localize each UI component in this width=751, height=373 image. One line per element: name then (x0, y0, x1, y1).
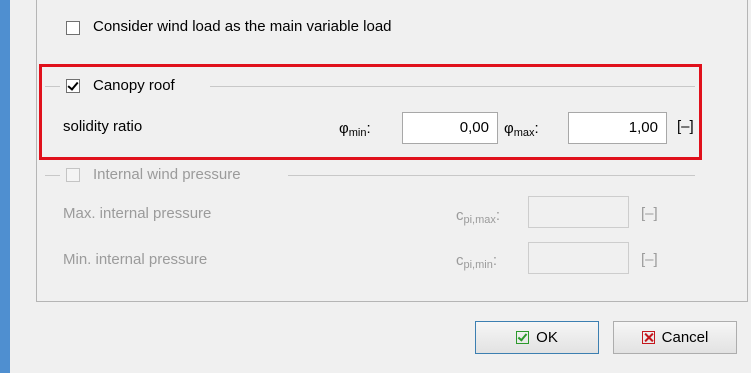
internal-pressure-label: Internal wind pressure (93, 166, 241, 183)
canopy-roof-highlight (39, 64, 702, 160)
ok-button[interactable]: OK (475, 321, 599, 354)
internal-pressure-group-line-left (45, 175, 60, 176)
cpi-max-input[interactable] (528, 196, 629, 228)
close-icon (641, 331, 655, 344)
wind-main-variable-label: Consider wind load as the main variable … (93, 18, 392, 35)
cpi-min-input[interactable] (528, 242, 629, 274)
cpi-max-unit: [–] (641, 205, 658, 222)
internal-pressure-group-line-right (288, 175, 695, 176)
internal-pressure-checkbox[interactable] (66, 168, 80, 182)
cpi-max-symbol: cpi,max: (456, 207, 501, 226)
cancel-button[interactable]: Cancel (613, 321, 737, 354)
min-internal-pressure-label: Min. internal pressure (63, 251, 208, 268)
cancel-button-label: Cancel (661, 329, 709, 346)
max-internal-pressure-label: Max. internal pressure (63, 205, 212, 222)
cpi-min-unit: [–] (641, 251, 658, 268)
window-edge (0, 0, 10, 373)
ok-button-label: OK (536, 329, 558, 346)
wind-main-variable-checkbox[interactable] (66, 21, 80, 35)
cpi-min-symbol: cpi,min: (456, 252, 498, 271)
check-icon (516, 331, 530, 344)
